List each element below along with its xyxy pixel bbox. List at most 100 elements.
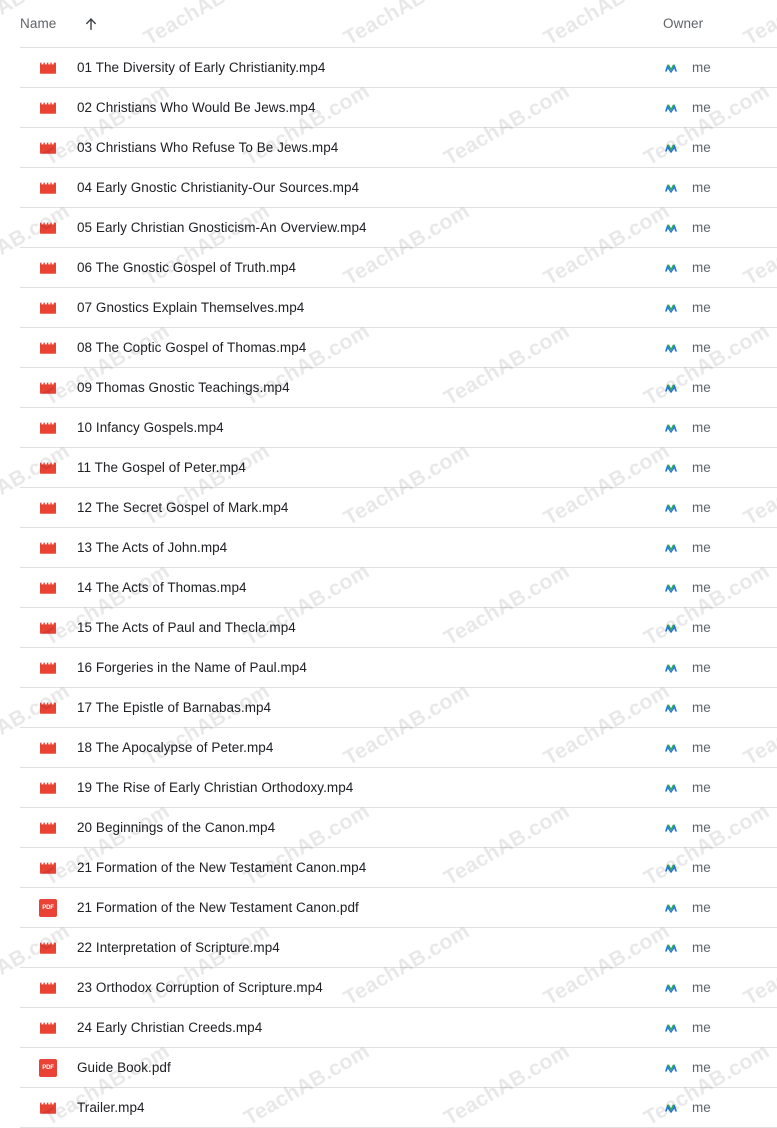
file-name-cell[interactable]: 11 The Gospel of Peter.mp4	[20, 458, 663, 478]
table-row[interactable]: 13 The Acts of John.mp4 me	[20, 528, 777, 568]
table-row[interactable]: 20 Beginnings of the Canon.mp4 me	[20, 808, 777, 848]
video-clapperboard-icon	[38, 538, 58, 558]
file-name-cell[interactable]: 01 The Diversity of Early Christianity.m…	[20, 58, 663, 78]
file-owner-cell: me	[663, 499, 777, 516]
file-owner-label: me	[692, 60, 711, 75]
table-row[interactable]: 23 Orthodox Corruption of Scripture.mp4 m…	[20, 968, 777, 1008]
table-row[interactable]: 14 The Acts of Thomas.mp4 me	[20, 568, 777, 608]
file-name-cell[interactable]: 19 The Rise of Early Christian Orthodoxy…	[20, 778, 663, 798]
file-name-cell[interactable]: 03 Christians Who Refuse To Be Jews.mp4	[20, 138, 663, 158]
video-clapperboard-icon	[38, 1098, 58, 1118]
file-name-cell[interactable]: 22 Interpretation of Scripture.mp4	[20, 938, 663, 958]
file-owner-cell: me	[663, 979, 777, 996]
file-name-cell[interactable]: Trailer.mp4	[20, 1098, 663, 1118]
file-name-label: 10 Infancy Gospels.mp4	[77, 420, 224, 435]
table-row[interactable]: 10 Infancy Gospels.mp4 me	[20, 408, 777, 448]
file-owner-cell: me	[663, 899, 777, 916]
file-owner-cell: me	[663, 459, 777, 476]
file-name-cell[interactable]: 08 The Coptic Gospel of Thomas.mp4	[20, 338, 663, 358]
pdf-badge: PDF	[39, 1058, 57, 1077]
file-name-cell[interactable]: 16 Forgeries in the Name of Paul.mp4	[20, 658, 663, 678]
user-avatar-icon	[663, 1019, 679, 1036]
file-owner-label: me	[692, 1100, 711, 1115]
table-row[interactable]: 16 Forgeries in the Name of Paul.mp4 me	[20, 648, 777, 688]
column-header-owner-label: Owner	[663, 16, 704, 31]
column-header-owner[interactable]: Owner	[663, 16, 777, 31]
file-name-cell[interactable]: 20 Beginnings of the Canon.mp4	[20, 818, 663, 838]
file-name-cell[interactable]: 02 Christians Who Would Be Jews.mp4	[20, 98, 663, 118]
file-owner-label: me	[692, 700, 711, 715]
table-row[interactable]: 03 Christians Who Refuse To Be Jews.mp4 m…	[20, 128, 777, 168]
table-row[interactable]: 19 The Rise of Early Christian Orthodoxy…	[20, 768, 777, 808]
table-row[interactable]: 12 The Secret Gospel of Mark.mp4 me	[20, 488, 777, 528]
file-owner-cell: me	[663, 819, 777, 836]
file-owner-cell: me	[663, 699, 777, 716]
file-name-cell[interactable]: PDF 21 Formation of the New Testament Can…	[20, 898, 663, 918]
file-owner-label: me	[692, 740, 711, 755]
file-owner-cell: me	[663, 579, 777, 596]
file-name-cell[interactable]: 17 The Epistle of Barnabas.mp4	[20, 698, 663, 718]
table-row[interactable]: 18 The Apocalypse of Peter.mp4 me	[20, 728, 777, 768]
file-owner-label: me	[692, 580, 711, 595]
file-name-cell[interactable]: 24 Early Christian Creeds.mp4	[20, 1018, 663, 1038]
file-owner-cell: me	[663, 99, 777, 116]
video-clapperboard-icon	[38, 738, 58, 758]
table-row[interactable]: 05 Early Christian Gnosticism-An Overvie…	[20, 208, 777, 248]
file-name-cell[interactable]: 15 The Acts of Paul and Thecla.mp4	[20, 618, 663, 638]
video-clapperboard-icon	[38, 858, 58, 878]
table-row[interactable]: PDF Guide Book.pdf me	[20, 1048, 777, 1088]
table-row[interactable]: 08 The Coptic Gospel of Thomas.mp4 me	[20, 328, 777, 368]
file-name-cell[interactable]: 10 Infancy Gospels.mp4	[20, 418, 663, 438]
file-name-label: 17 The Epistle of Barnabas.mp4	[77, 700, 272, 715]
table-row[interactable]: 24 Early Christian Creeds.mp4 me	[20, 1008, 777, 1048]
file-owner-label: me	[692, 420, 711, 435]
file-name-cell[interactable]: 06 The Gnostic Gospel of Truth.mp4	[20, 258, 663, 278]
user-avatar-icon	[663, 579, 679, 596]
table-row[interactable]: 15 The Acts of Paul and Thecla.mp4 me	[20, 608, 777, 648]
user-avatar-icon	[663, 859, 679, 876]
file-name-label: Trailer.mp4	[77, 1100, 145, 1115]
file-owner-cell: me	[663, 219, 777, 236]
file-name-cell[interactable]: 09 Thomas Gnostic Teachings.mp4	[20, 378, 663, 398]
file-name-cell[interactable]: 14 The Acts of Thomas.mp4	[20, 578, 663, 598]
table-row[interactable]: 06 The Gnostic Gospel of Truth.mp4 me	[20, 248, 777, 288]
video-clapperboard-icon	[38, 98, 58, 118]
user-avatar-icon	[663, 379, 679, 396]
file-name-cell[interactable]: 04 Early Gnostic Christianity-Our Source…	[20, 178, 663, 198]
video-clapperboard-icon	[38, 1018, 58, 1038]
column-header-name[interactable]: Name	[20, 15, 663, 33]
file-owner-label: me	[692, 1020, 711, 1035]
file-name-label: 23 Orthodox Corruption of Scripture.mp4	[77, 980, 323, 995]
file-name-cell[interactable]: 07 Gnostics Explain Themselves.mp4	[20, 298, 663, 318]
file-owner-label: me	[692, 380, 711, 395]
table-row[interactable]: 01 The Diversity of Early Christianity.m…	[20, 48, 777, 88]
table-row[interactable]: 17 The Epistle of Barnabas.mp4 me	[20, 688, 777, 728]
table-row[interactable]: 21 Formation of the New Testament Canon.…	[20, 848, 777, 888]
file-owner-cell: me	[663, 379, 777, 396]
table-row[interactable]: 09 Thomas Gnostic Teachings.mp4 me	[20, 368, 777, 408]
file-name-cell[interactable]: 13 The Acts of John.mp4	[20, 538, 663, 558]
file-name-cell[interactable]: 23 Orthodox Corruption of Scripture.mp4	[20, 978, 663, 998]
file-name-cell[interactable]: 18 The Apocalypse of Peter.mp4	[20, 738, 663, 758]
user-avatar-icon	[663, 99, 679, 116]
file-name-label: 07 Gnostics Explain Themselves.mp4	[77, 300, 305, 315]
file-name-cell[interactable]: 12 The Secret Gospel of Mark.mp4	[20, 498, 663, 518]
file-name-cell[interactable]: 21 Formation of the New Testament Canon.…	[20, 858, 663, 878]
table-row[interactable]: PDF 21 Formation of the New Testament Can…	[20, 888, 777, 928]
file-owner-label: me	[692, 460, 711, 475]
table-row[interactable]: 02 Christians Who Would Be Jews.mp4 me	[20, 88, 777, 128]
file-owner-label: me	[692, 340, 711, 355]
table-row[interactable]: 07 Gnostics Explain Themselves.mp4 me	[20, 288, 777, 328]
user-avatar-icon	[663, 739, 679, 756]
table-row[interactable]: Trailer.mp4 me	[20, 1088, 777, 1128]
video-clapperboard-icon	[38, 778, 58, 798]
file-name-cell[interactable]: PDF Guide Book.pdf	[20, 1058, 663, 1078]
table-row[interactable]: 04 Early Gnostic Christianity-Our Source…	[20, 168, 777, 208]
user-avatar-icon	[663, 699, 679, 716]
user-avatar-icon	[663, 179, 679, 196]
table-row[interactable]: 22 Interpretation of Scripture.mp4 me	[20, 928, 777, 968]
table-row[interactable]: 11 The Gospel of Peter.mp4 me	[20, 448, 777, 488]
file-name-cell[interactable]: 05 Early Christian Gnosticism-An Overvie…	[20, 218, 663, 238]
arrow-up-icon[interactable]	[82, 15, 100, 33]
user-avatar-icon	[663, 1059, 679, 1076]
